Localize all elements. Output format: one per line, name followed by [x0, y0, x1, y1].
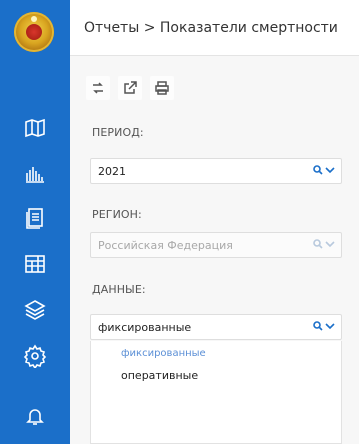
map-icon[interactable]	[0, 110, 70, 146]
gear-icon[interactable]	[0, 338, 70, 374]
chevron-down-icon	[325, 241, 335, 248]
data-label: ДАННЫЕ:	[92, 283, 146, 296]
bell-icon[interactable]	[0, 398, 70, 434]
dropdown-option-fixed[interactable]: фиксированные	[121, 348, 206, 359]
toolbar	[86, 76, 174, 100]
data-select[interactable]: фиксированные	[90, 314, 342, 340]
search-icon	[313, 165, 323, 175]
dropdown-option-operative[interactable]: оперативные	[121, 369, 198, 382]
data-value: фиксированные	[98, 320, 192, 334]
region-select[interactable]: Российская Федерация	[90, 232, 342, 258]
chevron-down-icon	[325, 323, 335, 330]
bar-chart-icon[interactable]	[0, 155, 70, 191]
breadcrumb: Отчеты > Показатели смертности	[84, 19, 338, 36]
layers-icon[interactable]	[0, 292, 70, 328]
print-icon[interactable]	[150, 76, 174, 100]
period-label: ПЕРИОД:	[92, 126, 144, 139]
search-icon	[313, 239, 323, 249]
header-bar: Отчеты > Показатели смертности	[70, 0, 359, 56]
export-icon[interactable]	[118, 76, 142, 100]
data-dropdown-list: фиксированные оперативные	[90, 341, 342, 444]
region-label: РЕГИОН:	[92, 208, 142, 221]
search-icon	[313, 321, 323, 331]
chevron-down-icon	[325, 167, 335, 174]
refresh-icon[interactable]	[86, 76, 110, 100]
grid-table-icon[interactable]	[0, 246, 70, 282]
document-icon[interactable]	[0, 200, 70, 236]
period-value: 2021	[98, 164, 126, 178]
main-panel: Отчеты > Показатели смертности ПЕРИОД: 2…	[70, 0, 359, 444]
period-select[interactable]: 2021	[90, 158, 342, 184]
region-value: Российская Федерация	[98, 238, 233, 252]
emblem-logo	[14, 12, 54, 52]
sidebar	[0, 0, 70, 444]
